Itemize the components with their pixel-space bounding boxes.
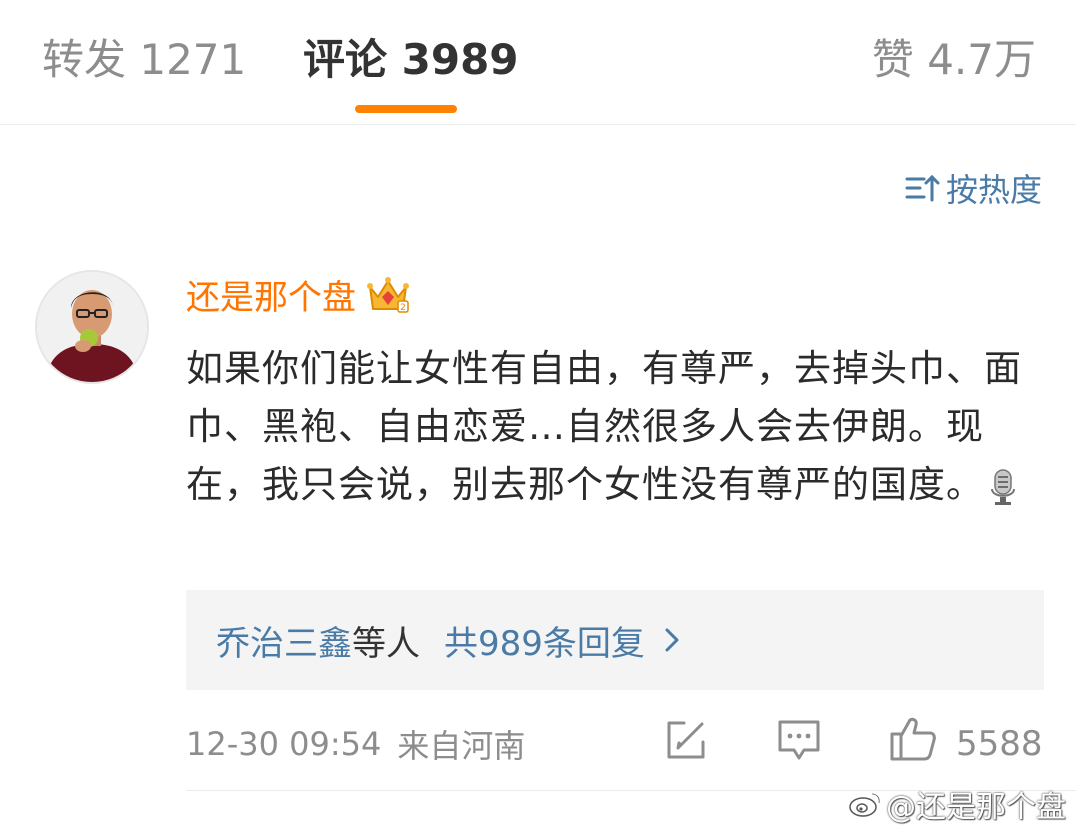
reply-count-link[interactable]: 共989条回复: [444, 616, 645, 665]
comment-location: 来自河南: [397, 727, 526, 765]
comment-time: 12-30 09:54: [186, 725, 382, 763]
tab-likes[interactable]: 赞 4.7万: [872, 32, 1036, 88]
comment-text: 如果你们能让女性有自由，有尊严，去掉头巾、面巾、黑袍、自由恋爱…自然很多人会去伊…: [186, 347, 1022, 506]
comment-icon[interactable]: [776, 718, 822, 762]
like-count: 5588: [956, 724, 1043, 764]
reply-usernames[interactable]: 乔治三鑫: [216, 616, 352, 665]
sort-label: 按热度: [945, 171, 1042, 209]
replies-preview[interactable]: 乔治三鑫 等人 共989条回复: [186, 590, 1044, 690]
comment-meta: 12-30 09:54 来自河南: [186, 722, 525, 766]
avatar[interactable]: [35, 270, 149, 384]
watermark: @还是那个盘: [848, 782, 1066, 826]
sort-by-hot-button[interactable]: 按热度: [904, 168, 1042, 209]
sort-icon: [905, 174, 940, 202]
tab-bar: 转发 1271 评论 3989 赞 4.7万: [0, 0, 1076, 125]
comment-header: 还是那个盘 2: [186, 270, 410, 318]
tab-reposts[interactable]: 转发 1271: [42, 32, 246, 88]
crown-badge-icon: 2: [367, 277, 409, 313]
comment-body: 如果你们能让女性有自由，有尊严，去掉头巾、面巾、黑袍、自由恋爱…自然很多人会去伊…: [186, 340, 1046, 514]
thumbs-up-icon[interactable]: [888, 714, 938, 764]
tab-comments[interactable]: 评论 3989: [303, 32, 519, 88]
username[interactable]: 还是那个盘: [186, 270, 356, 319]
share-icon[interactable]: [664, 718, 708, 762]
reply-suffix: 等人: [352, 623, 420, 664]
chevron-right-icon: [665, 628, 679, 652]
active-tab-indicator: [355, 105, 457, 113]
svg-text:2: 2: [400, 303, 406, 313]
weibo-logo-icon: [849, 793, 881, 817]
microphone-icon: [991, 468, 1015, 505]
watermark-text: @还是那个盘: [886, 790, 1066, 825]
